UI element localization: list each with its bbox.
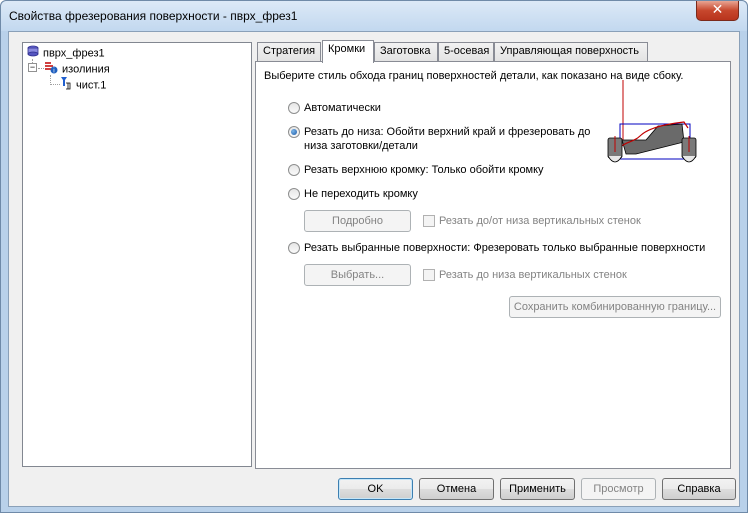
detail-button[interactable]: Подробно	[304, 210, 411, 232]
title-bar[interactable]: Свойства фрезерования поверхности - пврх…	[1, 1, 747, 31]
close-icon: ✕	[711, 2, 724, 18]
dialog-window: Свойства фрезерования поверхности - пврх…	[0, 0, 748, 513]
side-view-diagram	[607, 80, 697, 163]
preview-button[interactable]: Просмотр	[581, 478, 656, 500]
radio-indicator-checked	[288, 126, 300, 138]
save-combined-boundary-button[interactable]: Сохранить комбинированную границу...	[509, 296, 721, 318]
collapse-toggle[interactable]: −	[28, 63, 37, 72]
select-button[interactable]: Выбрать...	[304, 264, 411, 286]
radio-indicator	[288, 164, 300, 176]
checkbox-box	[423, 269, 435, 281]
surface-milling-icon	[27, 45, 39, 62]
operation-tree[interactable]: пврх_фрез1 − i изолиния чист.1	[22, 42, 252, 467]
cancel-button[interactable]: Отмена	[419, 478, 494, 500]
close-button[interactable]: ✕	[696, 1, 739, 21]
tree-item-label: чист.1	[76, 79, 107, 92]
tree-item-label: изолиния	[62, 63, 110, 76]
edges-tab-page: Выберите стиль обхода границ поверхносте…	[255, 61, 731, 469]
tree-item-root[interactable]: пврх_фрез1	[27, 45, 105, 61]
checkbox-box	[423, 215, 435, 227]
help-button[interactable]: Справка	[662, 478, 736, 500]
tree-item-tool[interactable]: чист.1	[60, 76, 106, 92]
apply-button[interactable]: Применить	[500, 478, 575, 500]
tab-drive-surface[interactable]: Управляющая поверхность	[494, 42, 648, 61]
radio-indicator	[288, 188, 300, 200]
tool-icon	[60, 76, 72, 95]
radio-indicator	[288, 102, 300, 114]
isoline-icon: i	[44, 60, 58, 79]
window-title: Свойства фрезерования поверхности - пврх…	[9, 9, 298, 23]
dialog-client-area: пврх_фрез1 − i изолиния чист.1 Стратегия…	[8, 31, 740, 507]
tab-strategy[interactable]: Стратегия	[257, 42, 321, 61]
ok-button[interactable]: OK	[338, 478, 413, 500]
tree-connector	[50, 84, 60, 85]
tree-item-isoline[interactable]: i изолиния	[44, 60, 110, 76]
tab-edges[interactable]: Кромки	[322, 40, 374, 63]
tab-stock[interactable]: Заготовка	[374, 42, 438, 61]
tab-5-axis[interactable]: 5-осевая	[438, 42, 494, 61]
tree-item-label: пврх_фрез1	[43, 47, 105, 60]
radio-indicator	[288, 242, 300, 254]
